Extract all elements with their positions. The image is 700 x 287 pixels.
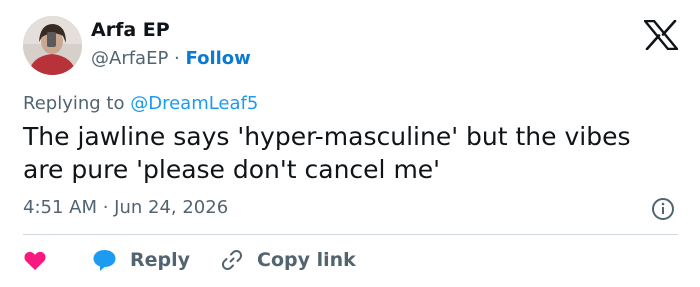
link-icon (221, 249, 243, 271)
copy-link-label: Copy link (257, 249, 356, 271)
author-handle[interactable]: @ArfaEP (91, 48, 168, 69)
action-bar: Reply Copy link (23, 247, 356, 273)
replying-to-label: Replying to (23, 93, 125, 114)
replying-to-mention[interactable]: @DreamLeaf5 (130, 93, 258, 114)
replying-to-line: Replying to @DreamLeaf5 (23, 93, 258, 114)
x-logo-icon[interactable] (644, 20, 678, 50)
reply-button[interactable]: Reply (92, 248, 190, 272)
tweet-text: The jawline says 'hyper-masculine' but t… (23, 122, 631, 184)
like-button[interactable] (23, 249, 73, 271)
divider (23, 234, 678, 235)
info-icon[interactable] (651, 197, 675, 221)
heart-icon (24, 251, 46, 270)
reply-label: Reply (130, 249, 191, 271)
follow-button[interactable]: Follow (186, 48, 251, 69)
speech-bubble-icon (93, 250, 116, 271)
author-handle-row: @ArfaEP · Follow (91, 48, 251, 69)
avatar-photo (23, 16, 82, 75)
avatar[interactable] (23, 16, 82, 75)
author-name[interactable]: Arfa EP (91, 19, 170, 41)
separator-dot: · (174, 48, 180, 69)
copy-link-button[interactable]: Copy link (220, 248, 356, 272)
tweet-timestamp[interactable]: 4:51 AM · Jun 24, 2026 (23, 197, 228, 218)
